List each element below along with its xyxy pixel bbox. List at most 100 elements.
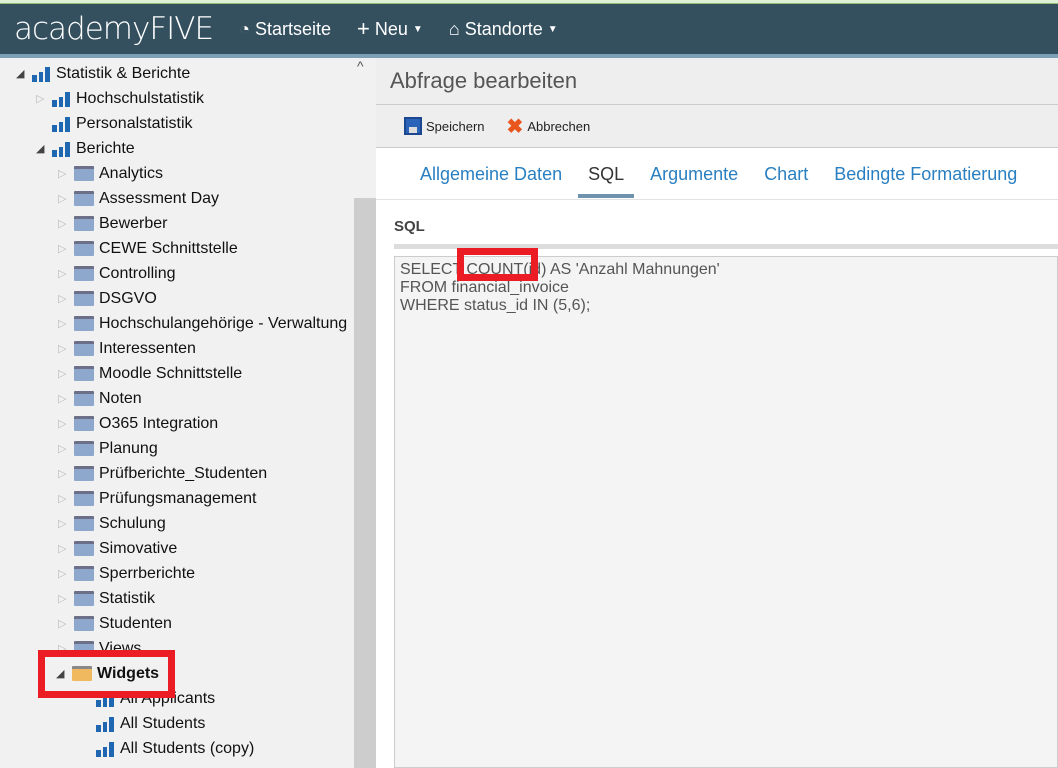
tree-folder[interactable]: ▷ Moodle Schnittstelle <box>58 361 242 386</box>
tree-item-label: O365 Integration <box>99 414 219 432</box>
tree-item-label: Personalstatistik <box>76 114 193 132</box>
expand-icon[interactable]: ▷ <box>58 367 70 380</box>
expand-icon[interactable]: ▷ <box>36 92 48 105</box>
highlight-box <box>38 650 175 698</box>
tree-folder[interactable]: ▷ Hochschulangehörige - Verwaltung <box>58 311 347 336</box>
folder-icon <box>74 266 94 281</box>
logo[interactable]: academyFIVE <box>14 11 214 47</box>
top-navbar: academyFIVE ◔ Startseite + Neu ▼ ⌂ Standorte… <box>0 4 1058 58</box>
folder-icon <box>74 616 94 631</box>
expanded-icon[interactable]: ◢ <box>36 142 48 155</box>
expand-icon[interactable]: ▷ <box>58 567 70 580</box>
nav-label: Standorte <box>464 18 543 39</box>
tree-folder[interactable]: ▷ Statistik <box>58 586 155 611</box>
folder-icon <box>74 316 94 331</box>
tree-item[interactable]: ◢ Berichte <box>36 136 135 161</box>
tree-folder[interactable]: ▷ Assessment Day <box>58 186 219 211</box>
tree-item-label: Assessment Day <box>99 189 220 207</box>
expand-icon[interactable]: ▷ <box>58 417 70 430</box>
expand-icon[interactable]: ▷ <box>58 442 70 455</box>
folder-icon <box>74 216 94 231</box>
nav-label: Neu <box>374 18 408 39</box>
nav-standorte[interactable]: ⌂ Standorte ▼ <box>449 19 558 40</box>
expand-icon[interactable]: ▷ <box>58 467 70 480</box>
tree-folder[interactable]: ▷ Planung <box>58 436 158 461</box>
tree-folder[interactable]: ▷ Studenten <box>58 611 172 636</box>
tree-item-label: Schulung <box>99 514 166 532</box>
tree-folder[interactable]: ▷ Schulung <box>58 511 166 536</box>
tab-chart[interactable]: Chart <box>754 154 818 195</box>
highlight-box <box>457 248 538 281</box>
nav-neu[interactable]: + Neu ▼ <box>357 16 423 42</box>
tree-folder[interactable]: ▷ Analytics <box>58 161 163 186</box>
report-chart-icon <box>52 141 71 157</box>
nav-label: Startseite <box>254 18 332 39</box>
expand-icon[interactable]: ▷ <box>58 592 70 605</box>
report-chart-icon <box>96 741 115 757</box>
tree-folder[interactable]: ▷ O365 Integration <box>58 411 218 436</box>
tree-item-label: Moodle Schnittstelle <box>99 364 243 382</box>
expand-icon[interactable]: ▷ <box>58 492 70 505</box>
tree-folder[interactable]: ▷ Prüfberichte_Studenten <box>58 461 267 486</box>
expand-icon[interactable]: ▷ <box>58 342 70 355</box>
folder-icon <box>74 566 94 581</box>
tree-folder[interactable]: ▷ Prüfungsmanagement <box>58 486 256 511</box>
scroll-up-icon[interactable]: ^ <box>357 58 364 74</box>
tab-allgemeine-daten[interactable]: Allgemeine Daten <box>410 154 572 195</box>
folder-icon <box>74 241 94 256</box>
tree-item-label: Statistik & Berichte <box>56 64 191 82</box>
tab-sql[interactable]: SQL <box>578 154 635 198</box>
folder-icon <box>74 391 94 406</box>
report-chart-icon <box>96 716 115 732</box>
expand-icon[interactable]: ▷ <box>58 242 70 255</box>
expand-icon[interactable]: ▷ <box>58 317 70 330</box>
folder-icon <box>74 166 94 181</box>
expand-icon[interactable]: ▷ <box>58 192 70 205</box>
caret-down-icon: ▼ <box>547 23 558 35</box>
save-label: Speichern <box>426 118 485 134</box>
tree-folder[interactable]: ▷ CEWE Schnittstelle <box>58 236 238 261</box>
tree-report[interactable]: All Students (copy) <box>80 736 254 761</box>
expand-icon[interactable]: ▷ <box>58 392 70 405</box>
folder-icon <box>74 441 94 456</box>
tree-item-label: Studenten <box>99 614 172 632</box>
expand-icon[interactable]: ▷ <box>58 217 70 230</box>
tab-bedingte-formatierung[interactable]: Bedingte Formatierung <box>824 154 1027 195</box>
folder-icon <box>74 366 94 381</box>
expand-icon[interactable]: ▷ <box>58 542 70 555</box>
tree-item-label: Planung <box>99 439 158 457</box>
tree-folder[interactable]: ▷ Interessenten <box>58 336 196 361</box>
expand-icon[interactable]: ▷ <box>58 617 70 630</box>
expand-icon[interactable]: ▷ <box>58 167 70 180</box>
tree-item[interactable]: Personalstatistik <box>36 111 193 136</box>
tree-item-label: Sperrberichte <box>99 564 196 582</box>
tree-item-label: DSGVO <box>99 289 157 307</box>
tree-folder[interactable]: ▷ DSGVO <box>58 286 157 311</box>
tab-argumente[interactable]: Argumente <box>640 154 748 195</box>
cancel-icon: ✖ <box>506 115 524 138</box>
folder-icon <box>74 591 94 606</box>
tree-folder[interactable]: ▷ Sperrberichte <box>58 561 195 586</box>
cancel-label: Abbrechen <box>527 118 591 134</box>
expanded-icon[interactable]: ◢ <box>16 67 28 80</box>
tree-folder[interactable]: ▷ Bewerber <box>58 211 167 236</box>
cancel-button[interactable]: ✖ Abbrechen <box>507 114 591 139</box>
tree-folder[interactable]: ▷ Simovative <box>58 536 177 561</box>
tree-folder[interactable]: ▷ Controlling <box>58 261 175 286</box>
save-icon <box>404 117 422 135</box>
tree-item-label: Controlling <box>99 264 176 282</box>
sql-editor[interactable]: SELECT COUNT(id) AS 'Anzahl Mahnungen' F… <box>394 256 1058 768</box>
expand-icon[interactable]: ▷ <box>58 517 70 530</box>
expand-icon[interactable]: ▷ <box>58 267 70 280</box>
tree-item[interactable]: ▷ Hochschulstatistik <box>36 86 204 111</box>
tree-folder[interactable]: ▷ Noten <box>58 386 142 411</box>
expand-icon[interactable]: ▷ <box>58 292 70 305</box>
folder-icon <box>74 516 94 531</box>
home-icon: ⌂ <box>448 18 460 39</box>
tree-item-root[interactable]: ◢ Statistik & Berichte <box>16 61 190 86</box>
sql-label: SQL <box>394 218 425 235</box>
scrollbar-thumb[interactable] <box>354 198 376 768</box>
save-button[interactable]: Speichern <box>404 117 485 135</box>
nav-startseite[interactable]: ◔ Startseite <box>239 19 331 40</box>
tree-report[interactable]: All Students <box>80 711 205 736</box>
